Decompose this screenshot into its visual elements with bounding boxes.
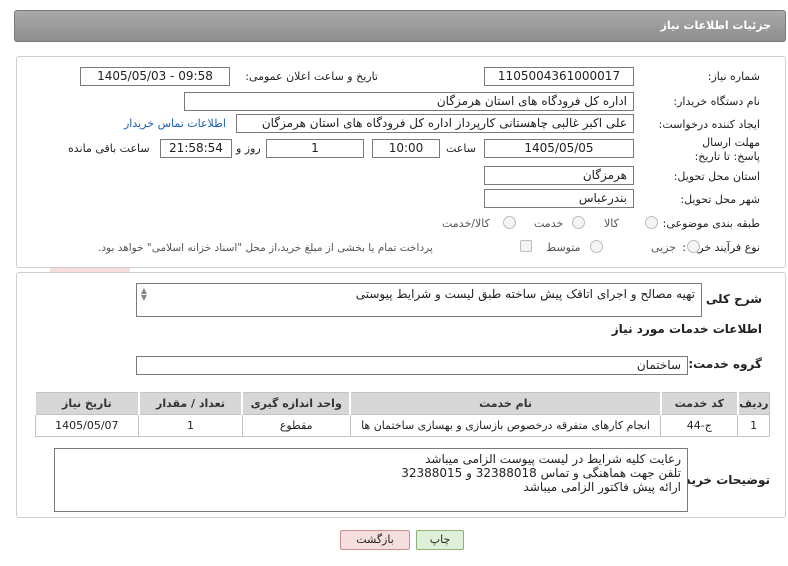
col-need-date: تاریخ نیاز bbox=[34, 392, 140, 415]
cell-need-date: 1405/05/07 bbox=[34, 414, 140, 437]
deadline-date-field: 1405/05/05 bbox=[484, 139, 634, 158]
services-section-title: اطلاعات خدمات مورد نیاز bbox=[611, 322, 762, 336]
col-service-name: نام خدمت bbox=[349, 392, 662, 415]
services-table: ردیف کد خدمت نام خدمت واحد اندازه گیری ت… bbox=[34, 392, 770, 437]
buyer-notes-line: تلفن جهت هماهنگی و تماس 32388018 و 32388… bbox=[401, 466, 681, 480]
buyer-notes-line: ارائه پیش فاکتور الزامی میباشد bbox=[523, 480, 681, 494]
announce-field: 1405/05/03 - 09:58 bbox=[80, 67, 230, 86]
page-header: جزئیات اطلاعات نیاز bbox=[14, 10, 786, 42]
deadline-label: مهلت ارسال پاسخ: تا تاریخ: bbox=[694, 136, 760, 163]
service-group-label: گروه خدمت: bbox=[688, 357, 762, 371]
cell-service-name: انجام کارهای متفرقه درخصوص بازسازی و بهس… bbox=[349, 414, 662, 437]
process-option-minor: جزیی bbox=[651, 241, 677, 254]
cell-quantity: 1 bbox=[138, 414, 243, 437]
category-option-goods-service: کالا/خدمت bbox=[442, 217, 490, 230]
col-row-number: ردیف bbox=[736, 392, 770, 415]
process-option-medium: متوسط bbox=[546, 241, 581, 254]
category-option-goods: کالا bbox=[604, 217, 619, 230]
creator-field: علی اکبر غالبی چاهستانی کارپرداز اداره ک… bbox=[236, 114, 634, 133]
back-button[interactable]: بازگشت bbox=[340, 530, 410, 550]
city-field: بندرعباس bbox=[484, 189, 634, 208]
deadline-time-label: ساعت bbox=[446, 142, 476, 155]
cell-service-code: ج-44 bbox=[660, 414, 739, 437]
table-row: 1 ج-44 انجام کارهای متفرقه درخصوص بازساز… bbox=[34, 414, 770, 437]
days-label: روز و bbox=[236, 142, 261, 155]
table-header-row: ردیف کد خدمت نام خدمت واحد اندازه گیری ت… bbox=[34, 392, 770, 415]
description-text: تهیه مصالح و اجرای اتاقک پیش ساخته طبق ل… bbox=[355, 287, 695, 301]
need-number-field: 1105004361000017 bbox=[484, 67, 634, 86]
category-option-service: خدمت bbox=[534, 217, 564, 230]
category-radio-goods[interactable] bbox=[645, 216, 658, 229]
province-field: هرمزگان bbox=[484, 166, 634, 185]
payment-note: پرداخت تمام یا بخشی از مبلغ خرید،از محل … bbox=[98, 242, 433, 254]
remaining-time-field: 21:58:54 bbox=[160, 139, 232, 158]
cell-unit: مقطوع bbox=[241, 414, 351, 437]
days-field: 1 bbox=[266, 139, 364, 158]
buyer-notes-textarea[interactable]: رعایت کلیه شرایط در لیست پیوست الزامی می… bbox=[54, 448, 688, 512]
buyer-notes-line: رعایت کلیه شرایط در لیست پیوست الزامی می… bbox=[425, 452, 681, 466]
category-label: طبقه بندی موضوعی: bbox=[662, 217, 760, 230]
description-textarea[interactable]: تهیه مصالح و اجرای اتاقک پیش ساخته طبق ل… bbox=[136, 283, 702, 317]
city-label: شهر محل تحویل: bbox=[680, 193, 760, 206]
cell-row-number: 1 bbox=[737, 414, 770, 437]
col-service-code: کد خدمت bbox=[659, 392, 739, 415]
creator-label: ایجاد کننده درخواست: bbox=[658, 118, 760, 131]
treasury-checkbox[interactable] bbox=[520, 240, 532, 252]
page-title: جزئیات اطلاعات نیاز bbox=[660, 19, 772, 32]
need-number-label: شماره نیاز: bbox=[707, 70, 760, 83]
print-button[interactable]: چاپ bbox=[416, 530, 464, 550]
col-unit: واحد اندازه گیری bbox=[241, 392, 351, 415]
buyer-org-label: نام دستگاه خریدار: bbox=[673, 95, 760, 108]
category-radio-service[interactable] bbox=[572, 216, 585, 229]
service-group-field: ساختمان bbox=[136, 356, 688, 375]
announce-label: تاریخ و ساعت اعلان عمومی: bbox=[245, 70, 378, 83]
resize-arrows-icon[interactable]: ▲ ▼ bbox=[139, 287, 149, 302]
process-radio-medium[interactable] bbox=[590, 240, 603, 253]
buyer-org-field: اداره کل فرودگاه های استان هرمزگان bbox=[184, 92, 634, 111]
process-radio-minor[interactable] bbox=[687, 240, 700, 253]
remaining-label: ساعت باقی مانده bbox=[68, 142, 150, 155]
category-radio-goods-service[interactable] bbox=[503, 216, 516, 229]
need-info-panel bbox=[16, 56, 786, 268]
province-label: استان محل تحویل: bbox=[673, 170, 760, 183]
buyer-contact-link[interactable]: اطلاعات تماس خریدار bbox=[124, 117, 226, 130]
col-quantity: تعداد / مقدار bbox=[137, 392, 243, 415]
deadline-time-field: 10:00 bbox=[372, 139, 440, 158]
